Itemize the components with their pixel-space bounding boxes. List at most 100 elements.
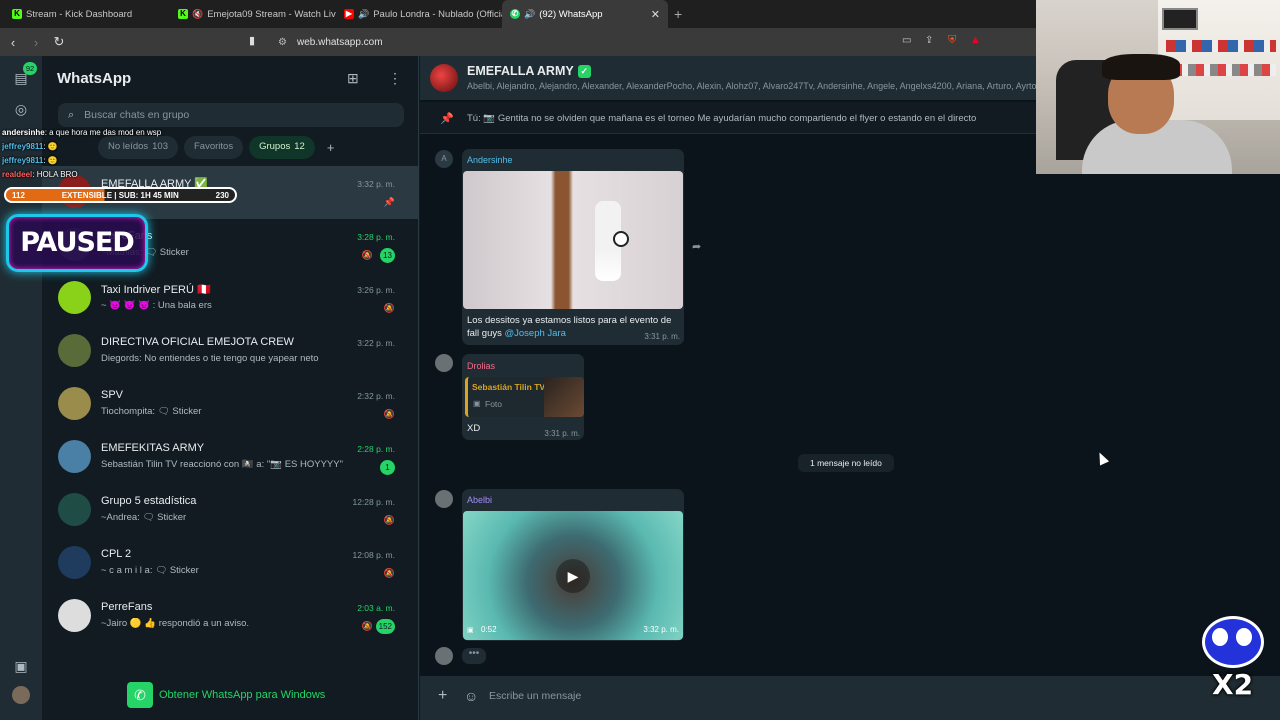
sender-avatar[interactable] xyxy=(435,490,453,508)
chat-avatar xyxy=(58,599,91,632)
chat-list-item[interactable]: PerreFans ~Jairo 🟡 👍 respondió a un aviso… xyxy=(42,590,419,643)
unread-divider: 1 mensaje no leído xyxy=(798,454,894,472)
share-icon[interactable]: ⇪ xyxy=(925,35,933,46)
chat-time: 2:28 p. m. xyxy=(357,444,395,454)
stream-chat-line: jeffrey9811: 🙂 xyxy=(2,156,58,165)
chat-last-message: ~ c a m i l a: 🗨 Sticker xyxy=(101,565,199,576)
add-filter-button[interactable]: + xyxy=(321,136,341,159)
chat-time: 12:28 p. m. xyxy=(352,497,395,507)
message-image[interactable] xyxy=(463,171,683,309)
message-time: 3:32 p. m. xyxy=(643,625,679,634)
brave-rewards-icon[interactable]: ▲ xyxy=(970,34,981,46)
chat-last-message: Sebastián Tilin TV reaccionó con 🏴‍☠️ a:… xyxy=(101,459,343,470)
reload-icon[interactable]: ↻ xyxy=(49,34,69,50)
chat-time: 3:26 p. m. xyxy=(357,285,395,295)
verified-check-icon: ✓ xyxy=(577,65,591,78)
group-avatar[interactable] xyxy=(430,64,458,92)
browser-tab-kick-dashboard[interactable]: K Stream - Kick Dashboard xyxy=(4,0,170,28)
chat-avatar xyxy=(58,546,91,579)
get-windows-app-link[interactable]: ✆ Obtener WhatsApp para Windows xyxy=(127,682,325,708)
chat-list-item[interactable]: SPV Tiochompita: 🗨 Sticker 2:32 p. m. 🔕 xyxy=(42,378,419,431)
attach-icon[interactable]: + xyxy=(438,687,447,705)
filter-unread[interactable]: No leídos 103 xyxy=(98,136,178,159)
menu-icon[interactable]: ⋮ xyxy=(388,70,402,87)
sender-name: Drolias xyxy=(467,361,496,371)
sender-name: Abelbi xyxy=(467,495,493,505)
sender-name: Andersinhe xyxy=(467,155,513,165)
reply-message[interactable]: Drolias Sebastián Tilin TV ▣ Foto XD 3:3… xyxy=(462,354,584,440)
chat-name: Taxi Indriver PERÚ 🇵🇪 xyxy=(101,284,211,296)
speaker-icon[interactable]: 🔊 xyxy=(358,9,369,20)
image-message[interactable]: Andersinhe Los dessitos ya estamos listo… xyxy=(462,149,684,345)
new-tab-button[interactable]: + xyxy=(674,6,682,22)
forward-icon[interactable]: ➦ xyxy=(692,240,701,253)
sender-avatar[interactable] xyxy=(435,354,453,372)
new-chat-icon[interactable]: ⊞ xyxy=(347,70,359,87)
chat-last-message: Diegords: No entiendes o tie tengo que y… xyxy=(101,353,319,364)
close-icon[interactable]: ✕ xyxy=(651,8,660,21)
unread-badge: 92 xyxy=(23,62,37,75)
youtube-icon: ▶ xyxy=(344,9,354,19)
search-input[interactable]: ⌕ Buscar chats en grupo xyxy=(58,103,404,127)
stream-chat-line: realdeel: HOLA BRO xyxy=(2,170,78,179)
chat-name: SPV xyxy=(101,389,124,401)
muted-bell-icon: 🔕 xyxy=(383,515,395,525)
chat-list-item[interactable]: DIRECTIVA OFICIAL EMEJOTA CREW Diegords: … xyxy=(42,325,419,378)
chat-name: EMEFEKITAS ARMY xyxy=(101,442,205,454)
site-info-icon[interactable]: ⚙ xyxy=(278,37,287,48)
chat-last-message: ~Andrea: 🗨 Sticker xyxy=(101,512,187,523)
pin-icon: 📌 xyxy=(383,197,395,207)
kick-icon: K xyxy=(12,9,22,19)
emoji-icon[interactable]: ☺ xyxy=(464,688,478,704)
filter-groups[interactable]: Grupos 12 xyxy=(249,136,315,159)
cast-icon[interactable]: ▭ xyxy=(902,35,911,46)
chat-sidebar: WhatsApp ⊞ ⋮ ⌕ Buscar chats en grupo No … xyxy=(42,56,419,720)
sender-avatar[interactable] xyxy=(435,647,453,665)
chat-list-item[interactable]: Taxi Indriver PERÚ 🇵🇪 ~ 👿 👿 👿 : Una bala … xyxy=(42,272,419,325)
browser-tab-kick-stream[interactable]: K 🔇 Emejota09 Stream - Watch Live o xyxy=(170,0,336,28)
video-camera-icon: ▣ xyxy=(467,627,474,634)
group-members: Abelbi, Alejandro, Alejandro, Alexander,… xyxy=(467,81,1047,91)
browser-tab-whatsapp[interactable]: ✆ 🔊 (92) WhatsApp ✕ xyxy=(502,0,668,28)
chat-last-message: ~Jairo 🟡 👍 respondió a un aviso. xyxy=(101,618,250,629)
chat-avatar xyxy=(58,281,91,314)
photo-icon: ▣ xyxy=(473,399,481,408)
media-icon[interactable]: ▣ xyxy=(11,656,31,676)
profile-avatar[interactable] xyxy=(12,686,30,704)
video-message[interactable]: Abelbi ▶ ▣ 0:52 3:32 p. m. xyxy=(462,489,684,641)
webcam-overlay xyxy=(1036,0,1280,174)
chat-last-message: ~ 👿 👿 👿 : Una bala ers xyxy=(101,300,212,311)
kick-icon: K xyxy=(178,9,188,19)
play-icon[interactable]: ▶ xyxy=(556,559,590,593)
speaker-icon[interactable]: 🔊 xyxy=(524,9,535,20)
chat-avatar xyxy=(58,334,91,367)
chat-name: Grupo 5 estadística xyxy=(101,495,197,507)
pinned-message-text: Tú: 📷 Gentita no se olviden que mañana e… xyxy=(467,113,977,124)
message-input[interactable]: Escribe un mensaje xyxy=(489,690,581,702)
brave-shield-icon[interactable]: ⛨ xyxy=(948,34,956,47)
forward-icon[interactable]: › xyxy=(26,35,46,50)
browser-tab-youtube[interactable]: ▶ 🔊 Paulo Londra - Nublado (Official xyxy=(336,0,502,28)
whatsapp-icon: ✆ xyxy=(127,682,153,708)
bookmark-icon[interactable]: ▮ xyxy=(249,34,255,47)
back-icon[interactable]: ‹ xyxy=(3,35,23,50)
url-field[interactable]: ⚙ web.whatsapp.com xyxy=(270,31,870,53)
quoted-message[interactable]: Sebastián Tilin TV ▣ Foto xyxy=(465,377,584,417)
chat-list-item[interactable]: CPL 2 ~ c a m i l a: 🗨 Sticker 12:08 p. m.… xyxy=(42,537,419,590)
filter-favorites[interactable]: Favoritos xyxy=(184,136,244,159)
muted-speaker-icon[interactable]: 🔇 xyxy=(192,9,203,20)
chat-list-item[interactable]: Grupo 5 estadística ~Andrea: 🗨 Sticker 12:… xyxy=(42,484,419,537)
chat-list-item[interactable]: EMEFEKITAS ARMY Sebastián Tilin TV reacci… xyxy=(42,431,419,484)
unread-count-badge: 1 xyxy=(380,460,395,475)
video-thumbnail[interactable]: ▶ ▣ 0:52 3:32 p. m. xyxy=(463,511,683,640)
muted-bell-icon: 🔕 xyxy=(383,568,395,578)
status-icon[interactable]: ◎ xyxy=(11,99,31,119)
unread-count-badge: 152 xyxy=(375,619,395,634)
stream-chat-line: andersinhe: a que hora me das mod en wsp xyxy=(2,128,162,137)
app-title: WhatsApp xyxy=(57,70,132,87)
chat-time: 3:28 p. m. xyxy=(357,232,395,242)
typing-indicator: ••• xyxy=(462,648,486,664)
sender-avatar[interactable]: A xyxy=(435,150,453,168)
chat-time: 12:08 p. m. xyxy=(352,550,395,560)
quoted-sender: Sebastián Tilin TV xyxy=(472,382,546,392)
